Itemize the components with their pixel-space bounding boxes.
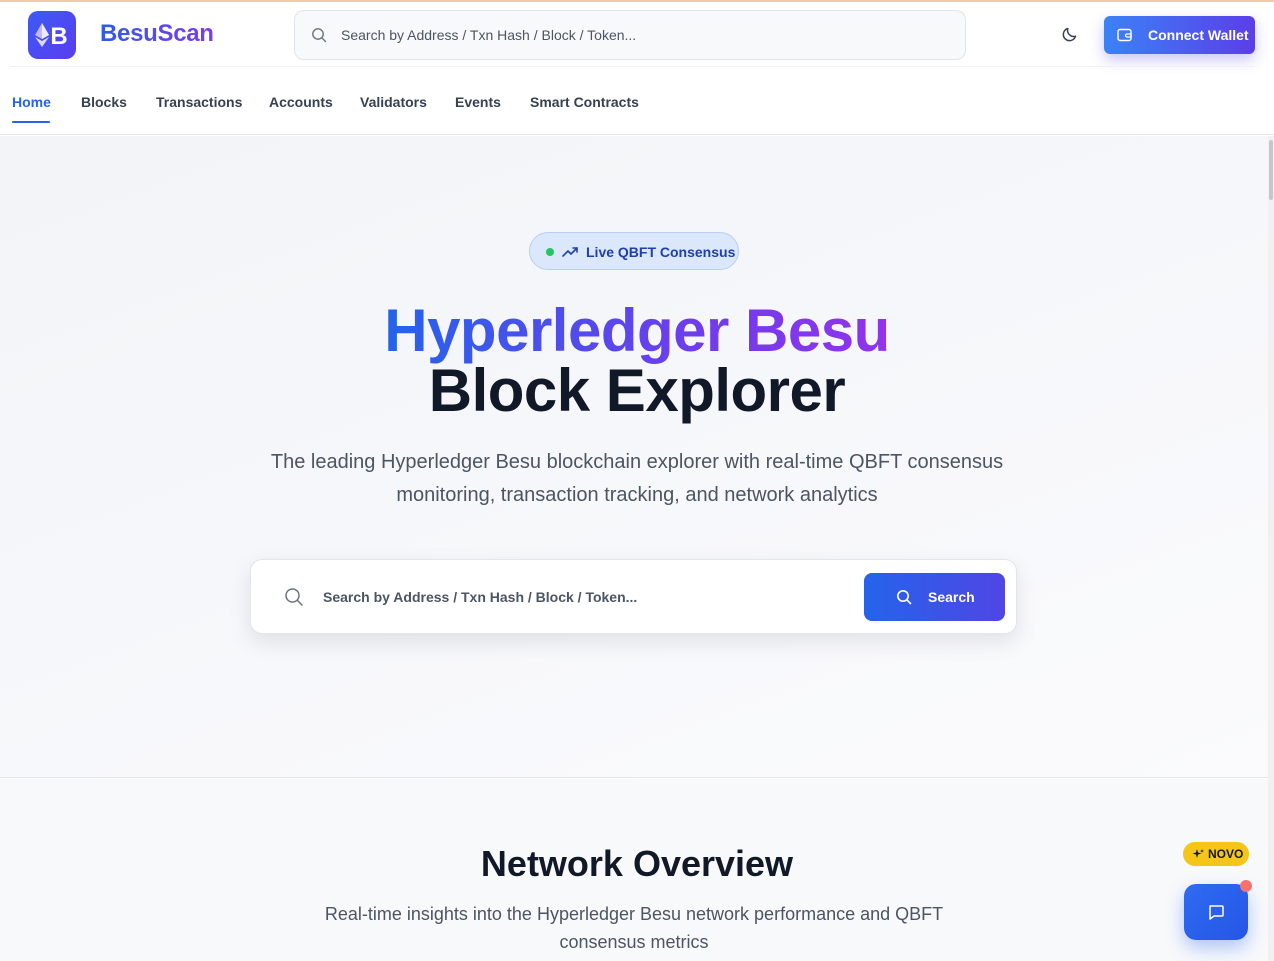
logo-ethereum-b-icon: B	[35, 23, 68, 50]
search-button[interactable]: Search	[864, 573, 1005, 621]
live-consensus-badge: Live QBFT Consensus	[529, 232, 739, 270]
hero-title-line2: Block Explorer	[428, 357, 846, 424]
network-overview-title: Network Overview	[480, 843, 794, 884]
page-scrollbar[interactable]	[1268, 136, 1274, 961]
hero-title-line1: Hyperledger Besu	[0, 298, 1274, 364]
nav-item-transactions[interactable]: Transactions	[156, 94, 242, 110]
trending-up-icon	[562, 247, 578, 257]
brand-name[interactable]: BesuScan	[100, 19, 214, 49]
wallet-icon	[1117, 28, 1132, 42]
header-search-box	[294, 10, 966, 60]
connect-wallet-button[interactable]: Connect Wallet	[1104, 16, 1255, 54]
site-header: B BesuScan Connect Wallet Home Blocks Tr…	[0, 2, 1274, 135]
search-icon	[897, 590, 912, 605]
chat-icon	[1209, 905, 1224, 920]
badge-label: Live QBFT Consensus	[586, 244, 736, 260]
search-icon	[285, 588, 303, 606]
nav-item-home[interactable]: Home	[12, 94, 51, 110]
header-search-input[interactable]	[341, 11, 941, 59]
logo[interactable]: B	[28, 11, 76, 59]
search-button-label: Search	[928, 589, 975, 605]
novo-label: NOVO	[1208, 847, 1244, 861]
dark-mode-moon-icon[interactable]	[1060, 24, 1080, 44]
nav-item-events[interactable]: Events	[455, 94, 501, 110]
search-icon	[312, 28, 327, 43]
chat-notification-dot	[1240, 880, 1252, 892]
connect-wallet-label: Connect Wallet	[1148, 27, 1249, 43]
svg-text:B: B	[50, 23, 67, 50]
nav-item-smart-contracts[interactable]: Smart Contracts	[530, 94, 639, 110]
page-scrollbar-thumb[interactable]	[1269, 140, 1273, 200]
nav-item-blocks[interactable]: Blocks	[81, 94, 127, 110]
chat-button[interactable]	[1184, 884, 1248, 940]
main-nav: Home Blocks Transactions Accounts Valida…	[0, 67, 1274, 135]
nav-item-accounts[interactable]: Accounts	[269, 94, 333, 110]
novo-badge[interactable]: NOVO	[1183, 842, 1249, 866]
hero-search-input[interactable]	[323, 560, 853, 633]
network-overview-section: Network Overview Real-time insights into…	[0, 779, 1274, 961]
live-status-dot	[546, 248, 554, 256]
header-top-row: B BesuScan Connect Wallet	[0, 2, 1274, 66]
nav-active-indicator	[12, 121, 50, 123]
hero-subtitle: The leading Hyperledger Besu blockchain …	[270, 451, 1004, 506]
hero-search-box: Search	[250, 559, 1017, 634]
nav-item-validators[interactable]: Validators	[360, 94, 427, 110]
hero-title-gradient-text: Hyperledger Besu	[384, 297, 890, 364]
hero-section: Live QBFT Consensus Hyperledger Besu Blo…	[0, 136, 1274, 778]
sparkle-icon	[1192, 849, 1204, 858]
network-overview-subtitle: Real-time insights into the Hyperledger …	[324, 904, 944, 952]
